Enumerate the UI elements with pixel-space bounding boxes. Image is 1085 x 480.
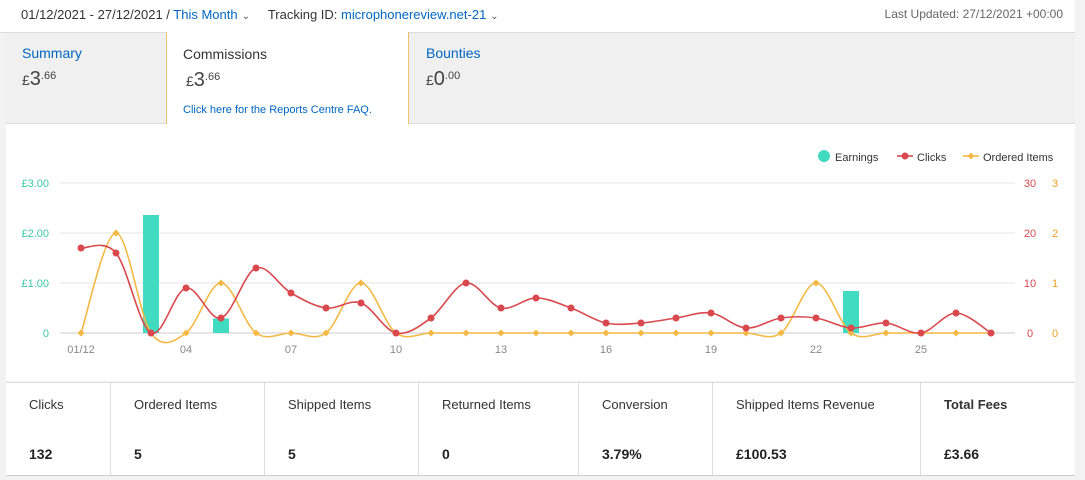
ordered-items-point [217, 279, 225, 287]
clicks-point [707, 309, 715, 317]
ordered-items-point [112, 229, 120, 237]
clicks-point [392, 329, 400, 337]
metric-value: 132 [29, 446, 53, 462]
x-tick-label: 22 [810, 344, 822, 356]
metric-label: Conversion [602, 397, 668, 412]
ordered-items-point [462, 329, 470, 337]
metric-value: £100.53 [736, 446, 787, 462]
ordered-items-point [497, 329, 505, 337]
legend-clicks-label: Clicks [917, 152, 947, 164]
chart-panel: 0 0 0 £1.00 10 1 £2.00 20 2 £3.00 30 3 01/12 04 07 10 13… [6, 124, 1075, 381]
metric-conversion: Conversion 3.79% [579, 383, 713, 475]
x-tick-label: 19 [705, 344, 717, 356]
metric-label: Shipped Items Revenue [736, 397, 875, 412]
x-tick-label: 25 [915, 344, 927, 356]
metric-label: Returned Items [442, 397, 531, 412]
items-tick-label: 3 [1052, 178, 1058, 190]
x-tick-label: 01/12 [67, 344, 95, 356]
legend-earnings-label: Earnings [835, 152, 879, 164]
clicks-point [952, 309, 960, 317]
legend-clicks-icon [901, 152, 909, 160]
ordered-items-point [882, 329, 890, 337]
clicks-point [112, 249, 120, 257]
clicks-point [427, 314, 435, 322]
clicks-point [532, 294, 540, 302]
x-tick-label: 07 [285, 344, 297, 356]
clicks-point [987, 329, 995, 337]
clicks-point [77, 244, 85, 252]
x-tick-label: 10 [390, 344, 402, 356]
clicks-point [357, 299, 365, 307]
metric-label: Ordered Items [134, 397, 218, 412]
items-tick-label: 1 [1052, 278, 1058, 290]
clicks-tick-label: 0 [1027, 328, 1033, 340]
metric-clicks: Clicks 132 [6, 383, 111, 475]
clicks-point [322, 304, 330, 312]
clicks-tick-label: 20 [1024, 228, 1036, 240]
clicks-point [252, 264, 260, 272]
metrics-bar: Clicks 132 Ordered Items 5 Shipped Items… [6, 382, 1075, 476]
clicks-tick-label: 30 [1024, 178, 1036, 190]
metric-value: £3.66 [944, 446, 980, 462]
legend-items-icon [967, 152, 975, 160]
metric-shipped-items: Shipped Items 5 [265, 383, 419, 475]
clicks-point [777, 314, 785, 322]
metric-shipped-revenue: Shipped Items Revenue £100.53 [713, 383, 921, 475]
metric-label: Shipped Items [288, 397, 372, 412]
left-tick-label: £3.00 [21, 178, 49, 190]
metric-value: 5 [134, 446, 142, 462]
clicks-point [287, 289, 295, 297]
metric-ordered-items: Ordered Items 5 [111, 383, 265, 475]
legend-items-label: Ordered Items [983, 152, 1054, 164]
clicks-point [672, 314, 680, 322]
ordered-items-point [77, 329, 85, 337]
clicks-point [847, 324, 855, 332]
metric-label: Clicks [29, 397, 64, 412]
clicks-point [497, 304, 505, 312]
metric-total-fees: Total Fees £3.66 [921, 383, 1075, 475]
clicks-point [812, 314, 820, 322]
metric-value: 5 [288, 446, 296, 462]
ordered-items-point [952, 329, 960, 337]
ordered-items-point [602, 329, 610, 337]
metric-value: 3.79% [602, 446, 642, 462]
items-tick-label: 2 [1052, 228, 1058, 240]
ordered-items-point [427, 329, 435, 337]
clicks-point [602, 319, 610, 327]
clicks-point [462, 279, 470, 287]
clicks-point [742, 324, 750, 332]
x-tick-label: 16 [600, 344, 612, 356]
ordered-items-point [532, 329, 540, 337]
ordered-items-point [707, 329, 715, 337]
items-tick-label: 0 [1052, 328, 1058, 340]
clicks-tick-label: 10 [1024, 278, 1036, 290]
clicks-point [637, 319, 645, 327]
clicks-point [567, 304, 575, 312]
ordered-items-point [567, 329, 575, 337]
x-tick-label: 13 [495, 344, 507, 356]
legend-earnings-icon [818, 150, 830, 162]
ordered-items-point [287, 329, 295, 337]
metric-value: 0 [442, 446, 450, 462]
ordered-items-point [672, 329, 680, 337]
metric-returned-items: Returned Items 0 [419, 383, 579, 475]
earnings-bar [143, 215, 159, 333]
ordered-items-point [812, 279, 820, 287]
clicks-point [182, 284, 190, 292]
left-tick-label: 0 [43, 328, 49, 340]
clicks-point [147, 329, 155, 337]
left-tick-label: £1.00 [21, 278, 49, 290]
ordered-items-point [357, 279, 365, 287]
clicks-point [217, 314, 225, 322]
metric-label: Total Fees [944, 397, 1008, 412]
clicks-point [882, 319, 890, 327]
ordered-items-point [637, 329, 645, 337]
clicks-point [917, 329, 925, 337]
x-tick-label: 04 [180, 344, 192, 356]
left-tick-label: £2.00 [21, 228, 49, 240]
